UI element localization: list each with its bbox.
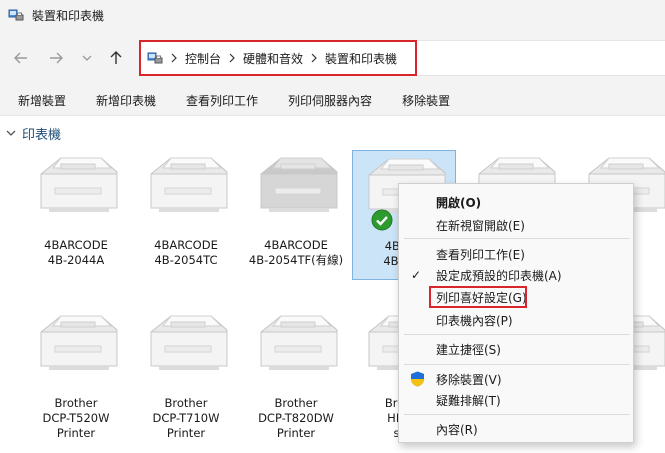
breadcrumb-hardware-sound[interactable]: 硬體和音效 [243,50,303,67]
breadcrumb-devices-printers[interactable]: 裝置和印表機 [325,50,397,67]
printer-name-line: Brother [164,396,208,410]
printer-name-line: Brother [54,396,98,410]
forward-arrow-icon [50,52,63,64]
printer-name-line: Printer [276,426,316,440]
history-chevron-icon [82,55,92,61]
printer-name-line: DCP-T820DW [258,411,334,425]
printer-icon [260,157,338,212]
devices-printers-icon [147,52,163,64]
printer-icon [40,157,118,212]
printer-item[interactable]: Brother DCP-T520W Printer [24,310,128,441]
printer-thumbnail [141,152,231,222]
printer-name-line: 4BARCODE [44,238,108,252]
printer-thumbnail [31,152,121,222]
back-arrow-icon [14,52,27,64]
uac-shield-icon [411,371,424,387]
group-label: 印表機 [22,128,62,143]
forward-button[interactable] [45,48,67,68]
up-button[interactable] [105,48,127,68]
menu-separator [404,364,630,365]
menu-item-open-new-window[interactable]: 在新視窗開啟(E) [399,215,635,235]
highlight-box [429,286,527,308]
address-bar-extension[interactable] [417,40,665,76]
printer-name-line: 4BARCODE [154,238,218,252]
recent-locations-button[interactable] [76,48,98,68]
chevron-right-icon[interactable] [229,53,235,63]
printer-icon [150,157,228,212]
see-print-jobs-button[interactable]: 查看列印工作 [186,92,258,109]
command-bar: 新增裝置 新增印表機 查看列印工作 列印伺服器內容 移除裝置 [0,86,665,116]
menu-item-properties[interactable]: 內容(R) [399,419,635,439]
printer-thumbnail [251,152,341,222]
up-arrow-icon [110,51,122,64]
remove-device-button[interactable]: 移除裝置 [402,92,450,109]
devices-printers-icon [8,9,24,21]
window-title: 裝置和印表機 [32,8,105,23]
menu-item-create-shortcut[interactable]: 建立捷徑(S) [399,339,635,359]
menu-separator [404,414,630,415]
printer-item[interactable]: 4BARCODE 4B-2044A [24,152,128,268]
printer-thumbnail [251,310,341,380]
title-bar: 裝置和印表機 [0,0,665,30]
context-menu: 開啟(O) 在新視窗開啟(E) 查看列印工作(E) ✓ 設定成預設的印表機(A)… [398,183,634,443]
menu-item-open[interactable]: 開啟(O) [399,192,635,212]
printer-thumbnail [31,310,121,380]
printer-icon [150,315,228,370]
printer-item[interactable]: Brother DCP-T710W Printer [134,310,238,441]
add-device-button[interactable]: 新增裝置 [18,92,66,109]
default-check-icon: ✓ [411,268,422,282]
printer-name-line: 4BARCODE [264,238,328,252]
navigation-bar: 控制台 硬體和音效 裝置和印表機 [0,30,665,86]
printer-icon [260,315,338,370]
printer-name-line: 4B-2054TC [154,253,218,267]
printer-name-line: DCP-T520W [42,411,110,425]
printer-name-line: DCP-T710W [152,411,220,425]
printer-item[interactable]: 4BARCODE 4B-2054TF(有線) [244,152,348,268]
add-printer-button[interactable]: 新增印表機 [96,92,156,109]
printer-name-line: 4B-2054TF(有線) [248,253,344,267]
printer-icon [40,315,118,370]
menu-item-see-print-jobs[interactable]: 查看列印工作(E) [399,244,635,264]
menu-separator [404,238,630,239]
printers-group-header[interactable]: 印表機 [6,124,61,143]
menu-item-printer-properties[interactable]: 印表機內容(P) [399,310,635,330]
menu-item-troubleshoot[interactable]: 疑難排解(T) [399,390,635,410]
menu-separator [404,334,630,335]
printer-name-line: Brother [274,396,318,410]
printer-name-line: Printer [166,426,206,440]
menu-item-set-default-printer[interactable]: ✓ 設定成預設的印表機(A) [399,265,635,285]
menu-item-remove-device[interactable]: 移除裝置(V) [399,369,635,389]
default-check-icon [371,209,393,231]
breadcrumb-control-panel[interactable]: 控制台 [185,50,221,67]
chevron-right-icon[interactable] [171,53,177,63]
printer-name-line: 4B-2044A [47,253,105,267]
chevron-right-icon[interactable] [311,53,317,63]
printer-thumbnail [141,310,231,380]
back-button[interactable] [10,48,32,68]
printer-name-line: Printer [56,426,96,440]
address-bar[interactable]: 控制台 硬體和音效 裝置和印表機 [139,40,417,76]
printer-item[interactable]: 4BARCODE 4B-2054TC [134,152,238,268]
printer-item[interactable]: Brother DCP-T820DW Printer [244,310,348,441]
print-server-properties-button[interactable]: 列印伺服器內容 [288,92,372,109]
chevron-down-icon[interactable] [6,130,16,137]
